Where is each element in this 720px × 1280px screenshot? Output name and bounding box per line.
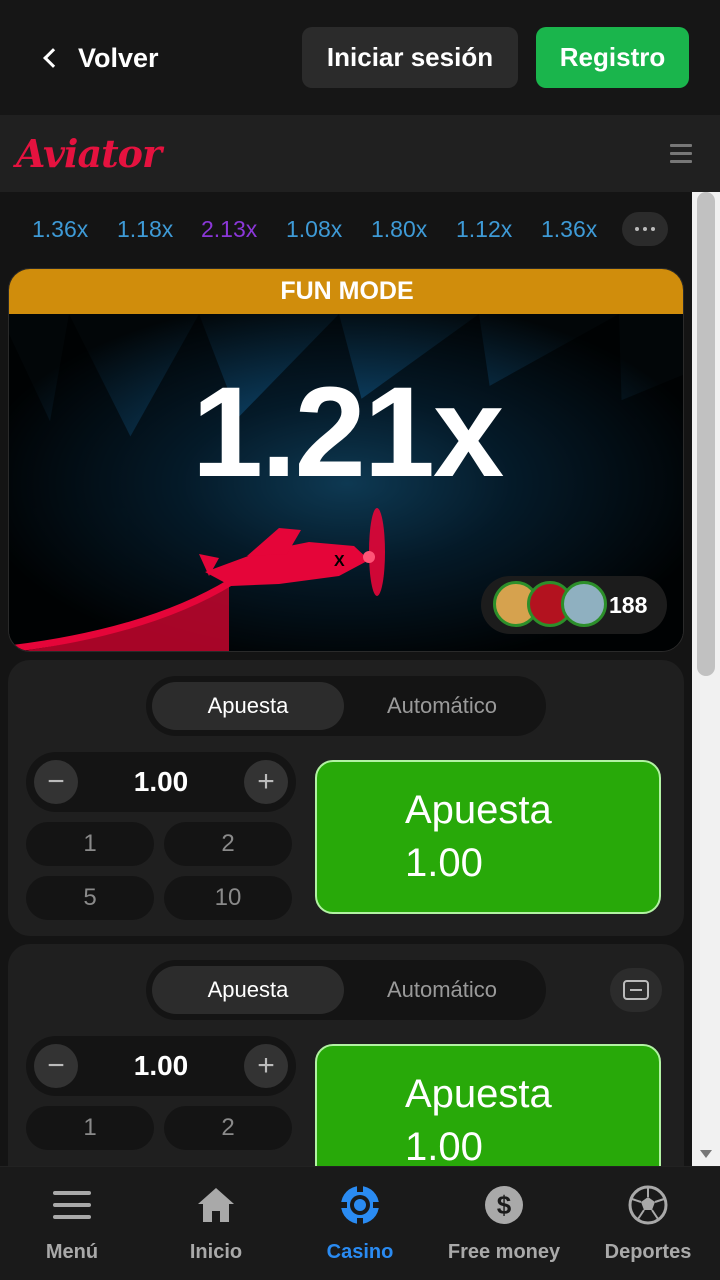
- nav-item-inicio[interactable]: Inicio: [144, 1167, 288, 1280]
- game-header: Aviator: [0, 115, 720, 192]
- bet-button-label: Apuesta: [405, 1072, 552, 1116]
- tab-automatico[interactable]: Automático: [346, 682, 538, 730]
- svg-text:X: X: [334, 553, 345, 570]
- dollar-coin-icon: $: [432, 1185, 576, 1225]
- place-bet-button[interactable]: Apuesta 1.00: [315, 760, 661, 914]
- minus-box-icon: [623, 980, 649, 1000]
- player-count: 188: [609, 592, 648, 618]
- minus-icon[interactable]: −: [34, 760, 78, 804]
- tab-apuesta[interactable]: Apuesta: [152, 682, 344, 730]
- minus-icon[interactable]: −: [34, 1044, 78, 1088]
- nav-item-free-money[interactable]: $ Free money: [432, 1167, 576, 1280]
- bet-panel: Apuesta Automático − 1.00 + 1 2 5 10 Apu…: [8, 660, 684, 936]
- history-multiplier: 1.80x: [371, 216, 428, 242]
- fun-mode-label: FUN MODE: [280, 277, 414, 305]
- game-stage: FUN MODE X 1.21x 188: [8, 268, 684, 652]
- bet-mode-tabs: Apuesta Automático: [146, 960, 546, 1020]
- scrollbar-thumb[interactable]: [697, 192, 715, 676]
- top-bar: Volver Iniciar sesión Registro: [0, 0, 720, 115]
- plus-icon[interactable]: +: [244, 1044, 288, 1088]
- multiplier-history: 1.36x 1.18x 2.13x 1.08x 1.80x 1.12x 1.36…: [0, 212, 692, 250]
- chevron-left-icon: [43, 48, 63, 68]
- quick-amount-button[interactable]: 5: [26, 876, 154, 920]
- back-label: Volver: [78, 42, 159, 73]
- bet-panel: Apuesta Automático − 1.00 + 1 2 Apuesta …: [8, 944, 684, 1166]
- bet-button-amount: 1.00: [405, 841, 483, 885]
- nav-label: Free money: [447, 1241, 561, 1263]
- nav-item-casino[interactable]: Casino: [288, 1167, 432, 1280]
- back-button[interactable]: Volver: [40, 36, 159, 80]
- tab-apuesta[interactable]: Apuesta: [152, 966, 344, 1014]
- history-multiplier: 1.36x: [541, 216, 598, 242]
- history-multiplier: 1.12x: [456, 216, 513, 242]
- bet-button-label: Apuesta: [405, 788, 552, 832]
- scrollbar[interactable]: [692, 192, 720, 1166]
- bet-amount-value[interactable]: 1.00: [86, 1050, 236, 1082]
- nav-item-menu[interactable]: Menú: [0, 1167, 144, 1280]
- quick-amount-button[interactable]: 1: [26, 1106, 154, 1150]
- plus-icon[interactable]: +: [244, 760, 288, 804]
- quick-amount-button[interactable]: 2: [164, 822, 292, 866]
- page: Volver Iniciar sesión Registro Aviator 1…: [0, 0, 720, 1280]
- quick-amount-button[interactable]: 1: [26, 822, 154, 866]
- hamburger-icon[interactable]: [670, 144, 692, 164]
- history-multiplier: 1.08x: [286, 216, 343, 242]
- amount-stepper: − 1.00 +: [26, 1036, 296, 1096]
- remove-panel-button[interactable]: [610, 968, 662, 1012]
- scroll-down-arrow-icon[interactable]: [700, 1150, 712, 1158]
- login-button[interactable]: Iniciar sesión: [302, 27, 518, 88]
- avatar: [561, 581, 607, 627]
- history-multiplier: 1.18x: [117, 216, 174, 242]
- nav-label: Inicio: [189, 1241, 243, 1263]
- nav-label: Casino: [326, 1241, 394, 1263]
- soccer-ball-icon: [576, 1185, 720, 1225]
- bottom-navigation: Menú Inicio Casino $ Free money Deportes: [0, 1166, 720, 1280]
- place-bet-button[interactable]: Apuesta 1.00: [315, 1044, 661, 1166]
- current-multiplier: 1.21x: [191, 361, 504, 504]
- tab-automatico[interactable]: Automático: [346, 966, 538, 1014]
- nav-label: Menú: [45, 1241, 99, 1263]
- more-dots-icon[interactable]: [622, 212, 668, 246]
- bet-mode-tabs: Apuesta Automático: [146, 676, 546, 736]
- svg-text:$: $: [497, 1190, 512, 1220]
- amount-stepper: − 1.00 +: [26, 752, 296, 812]
- nav-item-deportes[interactable]: Deportes: [576, 1167, 720, 1280]
- history-multiplier: 1.36x: [32, 216, 89, 242]
- history-multiplier: 2.13x: [201, 216, 258, 242]
- quick-amount-button[interactable]: 2: [164, 1106, 292, 1150]
- register-button[interactable]: Registro: [536, 27, 689, 88]
- home-icon: [144, 1185, 288, 1225]
- players-online: 188: [481, 576, 667, 634]
- bet-amount-value[interactable]: 1.00: [86, 766, 236, 798]
- nav-label: Deportes: [604, 1241, 692, 1263]
- fun-mode-banner: FUN MODE: [9, 269, 683, 314]
- game-area: 1.36x 1.18x 2.13x 1.08x 1.80x 1.12x 1.36…: [0, 192, 692, 1166]
- quick-amount-button[interactable]: 10: [164, 876, 292, 920]
- aviator-logo: Aviator: [16, 131, 162, 176]
- casino-chip-icon: [288, 1185, 432, 1225]
- bet-button-amount: 1.00: [405, 1125, 483, 1166]
- menu-icon: [0, 1185, 144, 1225]
